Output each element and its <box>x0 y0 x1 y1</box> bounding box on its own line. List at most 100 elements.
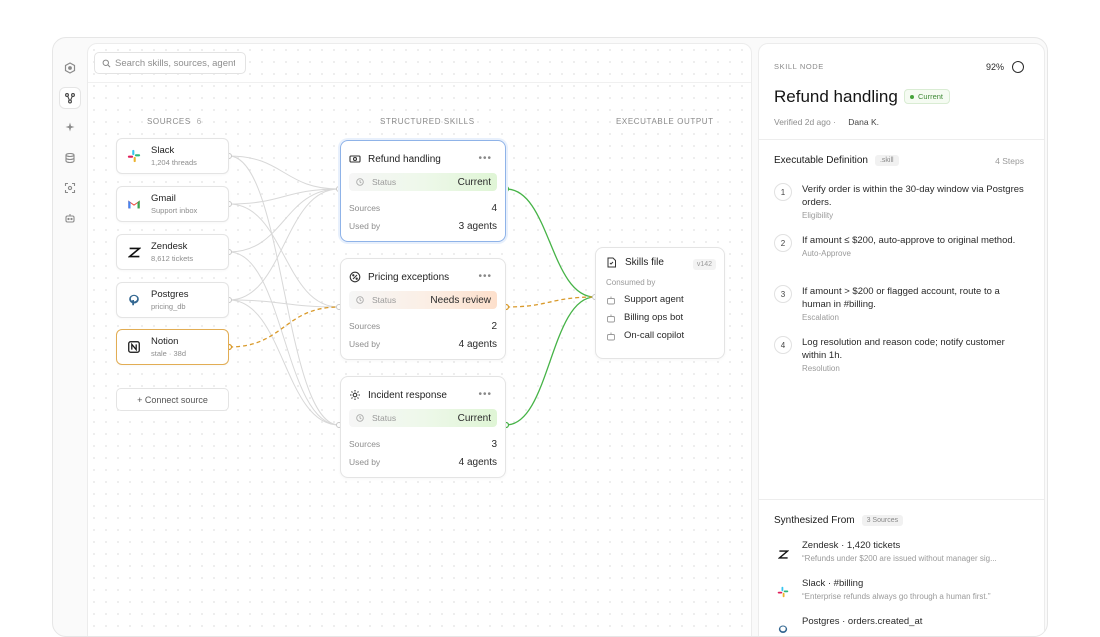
bot-icon <box>607 296 615 304</box>
status-value: Needs review <box>430 294 491 306</box>
source-detail: stale · 38d <box>151 349 187 358</box>
divider <box>759 499 1044 500</box>
source-card-gmail[interactable]: Gmail Support inbox <box>116 186 229 222</box>
zendesk-logo-icon <box>774 545 792 563</box>
zendesk-logo-icon <box>126 244 142 260</box>
skill-card-refund-handling[interactable]: Refund handling ••• Status Current Source… <box>340 140 506 242</box>
source-card-slack[interactable]: Slack 1,204 threads <box>116 138 229 174</box>
app-frame: SOURCES6 STRUCTURED SKILLS EXECUTABLE OU… <box>52 37 1048 637</box>
panel-title: Refund handling <box>774 87 898 106</box>
divider <box>759 139 1044 140</box>
output-heading: EXECUTABLE OUTPUT <box>616 117 714 126</box>
postgres-logo-icon <box>774 621 792 636</box>
used-by-value: 4 agents <box>458 456 497 468</box>
synth-tag: 3 Sources <box>861 515 904 526</box>
postgres-logo-icon <box>126 292 142 308</box>
wire-zendesk-incident <box>228 251 340 426</box>
verification-meta: Verified 2d ago · Dana K. <box>774 117 879 127</box>
source-detail: 1,204 threads <box>151 158 197 167</box>
used-by-value: 3 agents <box>458 220 497 232</box>
source-name: Postgres <box>151 289 189 300</box>
definition-step[interactable]: 4 Log resolution and reason code; notify … <box>774 336 1029 373</box>
graph-icon[interactable] <box>59 87 81 109</box>
wire-refund-output <box>505 188 596 298</box>
bot-icon[interactable] <box>59 207 81 229</box>
file-icon <box>607 257 616 268</box>
sources-heading: SOURCES 6 <box>147 117 202 126</box>
status-badge: Current <box>904 89 951 104</box>
scan-icon[interactable] <box>59 177 81 199</box>
wire-zendesk-refund <box>228 188 340 253</box>
source-detail: pricing_db <box>151 302 186 311</box>
wire-notion-pricing <box>228 306 340 348</box>
sources-label: Sources <box>349 321 381 331</box>
percent-badge-icon <box>349 271 361 283</box>
wire-postgres-pricing <box>228 299 340 308</box>
source-name: Gmail <box>151 193 176 204</box>
slack-logo-icon <box>774 583 792 601</box>
search-box[interactable] <box>94 52 246 74</box>
search-input[interactable] <box>115 57 235 69</box>
skill-title: Incident response <box>368 389 447 401</box>
consumer-item[interactable]: Support agent <box>606 294 714 305</box>
clock-icon <box>356 178 364 186</box>
graph-canvas: SOURCES6 STRUCTURED SKILLS EXECUTABLE OU… <box>87 43 752 636</box>
bot-icon <box>607 332 615 340</box>
wire-gmail-refund <box>228 188 340 205</box>
consumed-by-label: Consumed by <box>606 278 656 287</box>
status-row: Status Current <box>349 173 497 191</box>
search-icon <box>102 59 111 68</box>
notion-logo-icon <box>126 339 142 355</box>
wire-gmail-pricing <box>228 203 340 308</box>
verifier-name: Dana K. <box>848 117 879 127</box>
logo-icon[interactable] <box>59 57 81 79</box>
status-row: Status Needs review <box>349 291 497 309</box>
gear-icon <box>350 390 360 400</box>
connect-source-button[interactable]: + Connect source <box>116 388 229 411</box>
database-icon[interactable] <box>59 147 81 169</box>
canvas-divider <box>88 82 751 83</box>
clock-icon <box>356 296 364 304</box>
skill-title: Pricing exceptions <box>368 271 450 283</box>
sources-label: Sources <box>349 439 381 449</box>
definition-step[interactable]: 2 If amount ≤ $200, auto-approve to origi… <box>774 234 1029 258</box>
source-card-notion[interactable]: Notion stale · 38d <box>116 329 229 365</box>
more-icon[interactable]: ••• <box>478 389 492 400</box>
version-badge: v142 <box>692 259 716 270</box>
used-by-label: Used by <box>349 221 381 231</box>
status-value: Current <box>457 176 491 188</box>
source-card-postgres[interactable]: Postgres pricing_db <box>116 282 229 318</box>
skill-card-incident-response[interactable]: Incident response ••• Status Current Sour… <box>340 376 506 478</box>
skills-heading: STRUCTURED SKILLS <box>380 117 475 126</box>
synth-source-item[interactable]: Postgres · orders.created_at <box>774 616 1029 636</box>
synth-source-item[interactable]: Zendesk · 1,420 tickets “Refunds under $2… <box>774 540 1029 563</box>
definition-heading: Executable Definition .skill <box>774 155 899 166</box>
confidence-indicator: 92% <box>986 61 1024 73</box>
consumer-item[interactable]: Billing ops bot <box>606 312 714 323</box>
sources-value: 2 <box>491 320 497 332</box>
slack-logo-icon <box>126 148 142 164</box>
wire-postgres-incident <box>228 299 340 426</box>
definition-step[interactable]: 3 If amount > $200 or flagged account, ro… <box>774 285 1029 322</box>
consumer-item[interactable]: On-call copilot <box>606 330 714 341</box>
definition-step[interactable]: 1 Verify order is within the 30-day windo… <box>774 183 1029 220</box>
skill-card-pricing-exceptions[interactable]: Pricing exceptions ••• Status Needs revie… <box>340 258 506 360</box>
synth-source-item[interactable]: Slack · #billing “Enterprise refunds alwa… <box>774 578 1029 601</box>
steps-count: 4 Steps <box>995 156 1024 166</box>
sparkle-icon[interactable] <box>59 116 81 138</box>
more-icon[interactable]: ••• <box>478 271 492 282</box>
gmail-logo-icon <box>126 196 142 212</box>
source-detail: 8,612 tickets <box>151 254 194 263</box>
sources-count: 6 <box>196 117 202 126</box>
definition-tag: .skill <box>874 155 899 166</box>
skills-file-card[interactable]: Skills file v142 Consumed by Support age… <box>595 247 725 359</box>
wire-postgres-refund <box>228 188 340 301</box>
status-value: Current <box>457 412 491 424</box>
wire-incident-output <box>505 296 596 426</box>
used-by-label: Used by <box>349 339 381 349</box>
sources-label: Sources <box>349 203 381 213</box>
source-name: Zendesk <box>151 241 188 252</box>
wire-pricing-output <box>505 296 596 308</box>
source-card-zendesk[interactable]: Zendesk 8,612 tickets <box>116 234 229 270</box>
more-icon[interactable]: ••• <box>478 153 492 164</box>
